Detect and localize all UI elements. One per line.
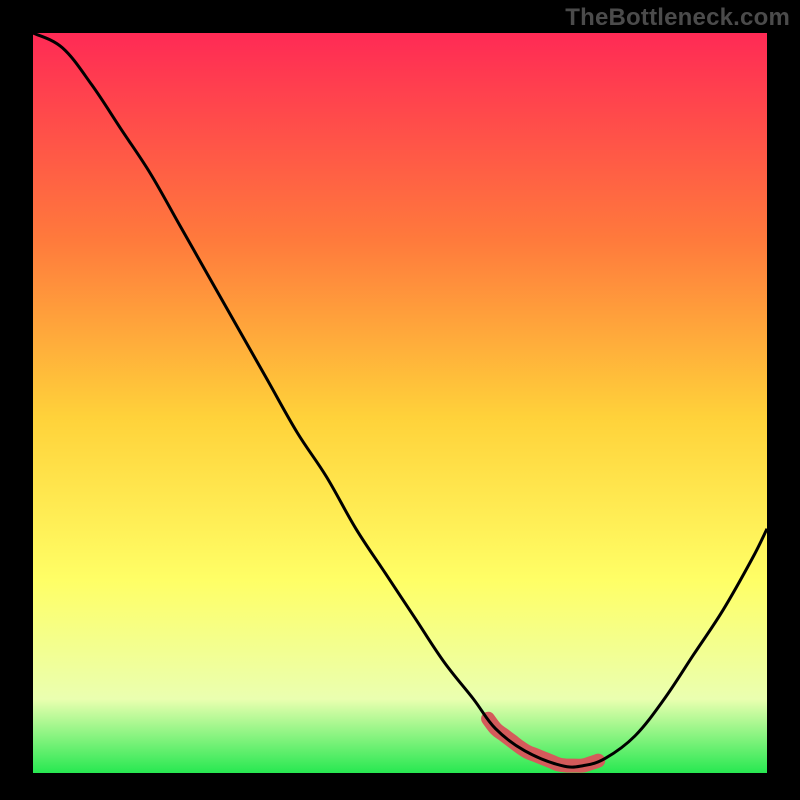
watermark-text: TheBottleneck.com	[565, 4, 790, 32]
chart-stage: TheBottleneck.com	[0, 0, 800, 800]
gradient-background	[33, 33, 767, 773]
bottleneck-chart	[0, 0, 800, 800]
